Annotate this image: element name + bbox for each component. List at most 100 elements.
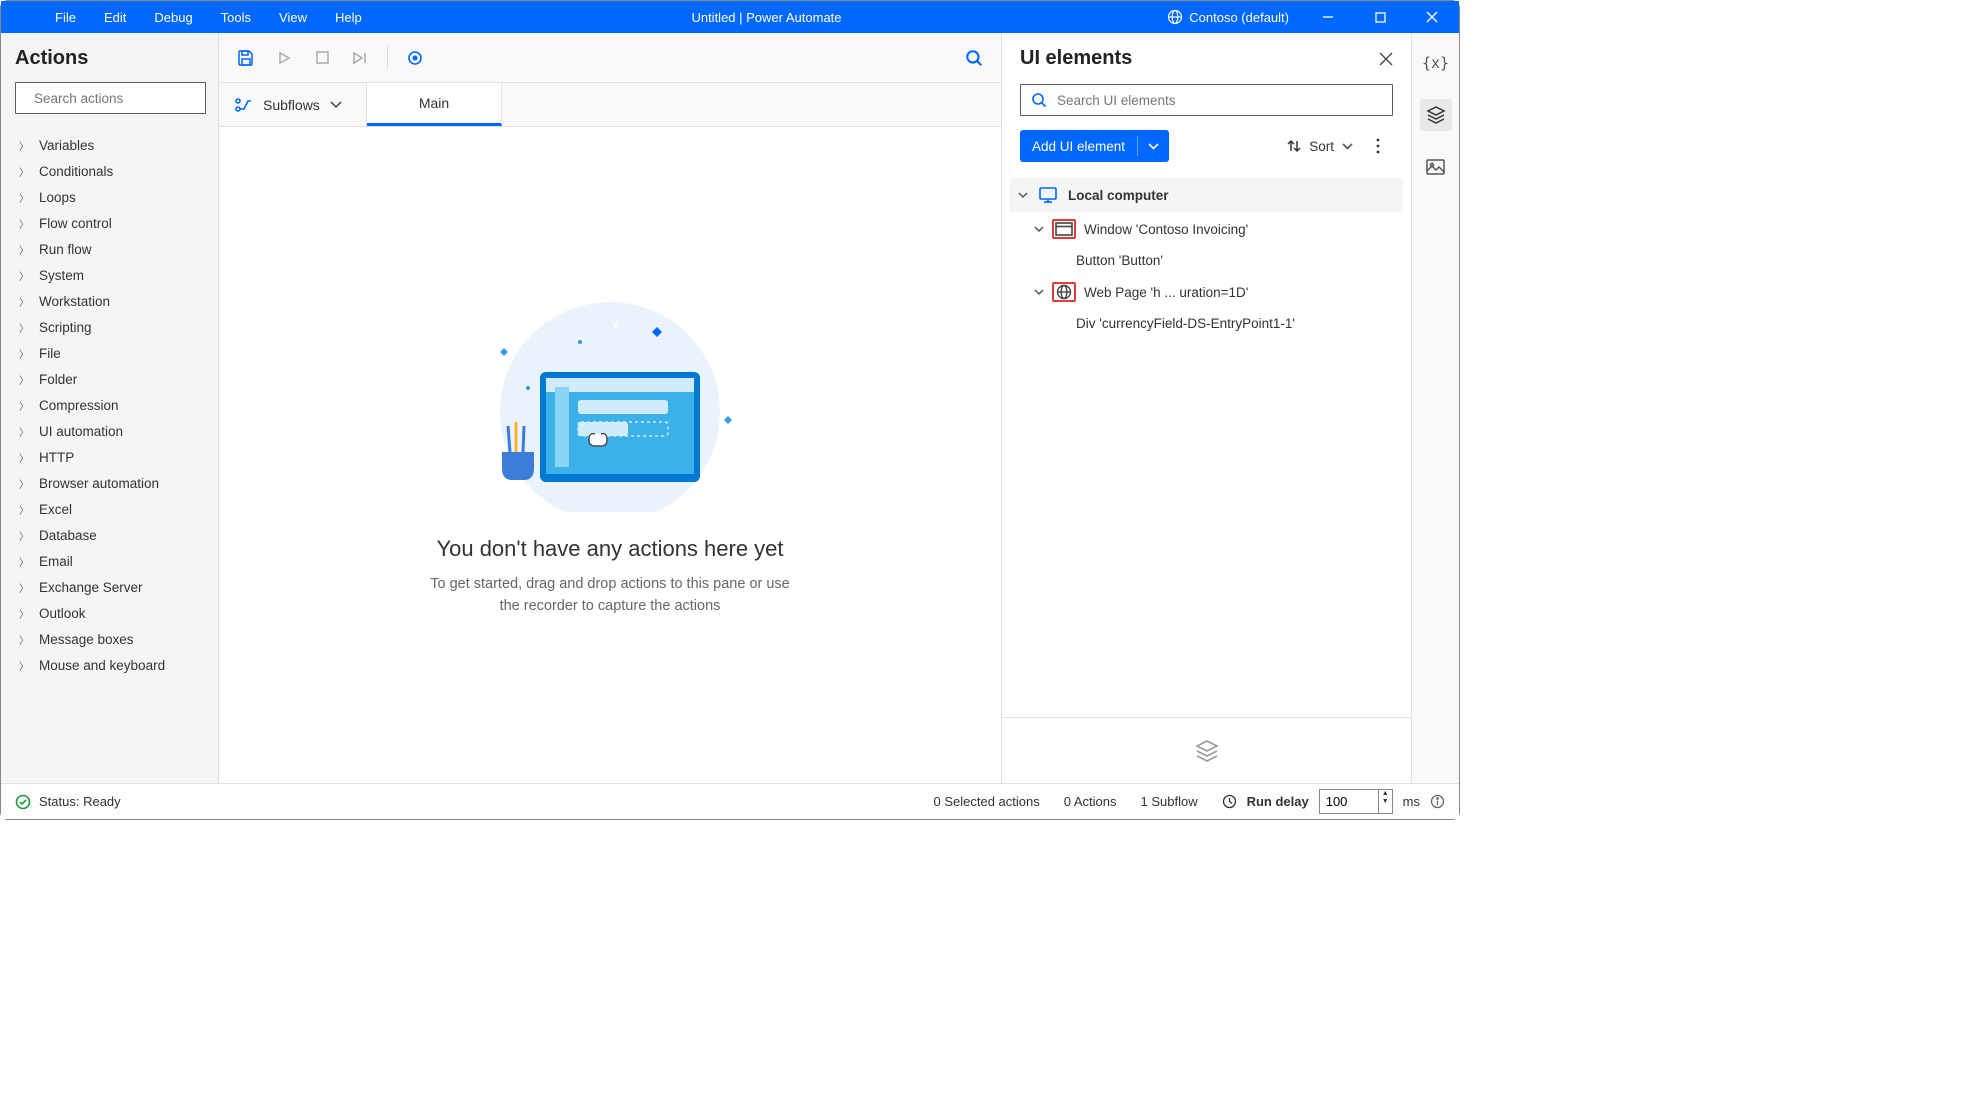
recorder-button[interactable] [398,41,432,75]
chevron-right-icon: 〉 [19,528,29,543]
maximize-button[interactable] [1357,1,1403,33]
info-icon[interactable] [1430,794,1445,809]
action-category-label: File [39,346,61,361]
action-category[interactable]: 〉Mouse and keyboard [15,652,206,678]
add-ui-element-label: Add UI element [1020,139,1137,154]
action-category-label: Message boxes [39,632,134,647]
menu-help[interactable]: Help [321,3,376,32]
subflows-label: Subflows [263,97,320,113]
tree-root-local-computer[interactable]: Local computer [1010,178,1403,212]
action-category[interactable]: 〉Browser automation [15,470,206,496]
action-category[interactable]: 〉Conditionals [15,158,206,184]
add-ui-element-button[interactable]: Add UI element [1020,130,1169,162]
status-ok-icon [15,794,31,810]
action-category-label: Excel [39,502,72,517]
chevron-right-icon: 〉 [19,216,29,231]
menu-tools[interactable]: Tools [207,3,265,32]
close-button[interactable] [1409,1,1455,33]
window-icon [1055,222,1073,236]
action-category[interactable]: 〉HTTP [15,444,206,470]
run-delay-label: Run delay [1247,794,1309,809]
flow-canvas[interactable]: You don't have any actions here yet To g… [219,127,1001,783]
tree-leaf-div[interactable]: Div 'currencyField-DS-EntryPoint1-1' [1010,309,1403,338]
search-flow-button[interactable] [957,41,991,75]
stop-button[interactable] [305,41,339,75]
sort-label: Sort [1309,139,1334,154]
close-panel-button[interactable] [1379,52,1393,66]
action-category[interactable]: 〉Loops [15,184,206,210]
menu-debug[interactable]: Debug [140,3,206,32]
action-category-label: Scripting [39,320,92,335]
run-delay-input[interactable] [1319,789,1379,814]
minimize-button[interactable] [1305,1,1351,33]
action-category[interactable]: 〉System [15,262,206,288]
search-ui-elements-field[interactable] [1057,93,1382,108]
empty-subtext: To get started, drag and drop actions to… [420,574,800,618]
add-ui-element-dropdown[interactable] [1138,143,1169,150]
empty-canvas-illustration [460,292,760,512]
tree-node-window[interactable]: Window 'Contoso Invoicing' [1010,212,1403,246]
menu-view[interactable]: View [265,3,321,32]
ui-elements-footer [1002,717,1411,783]
designer-area: Subflows Main [219,33,1001,783]
action-category[interactable]: 〉 Flow control [15,210,206,236]
action-category-label: Loops [39,190,76,205]
action-category[interactable]: 〉Run flow [15,236,206,262]
action-category[interactable]: 〉Workstation [15,288,206,314]
action-category[interactable]: 〉 Message boxes [15,626,206,652]
ui-elements-tree: Local computer Window 'Contoso Invoicing… [1002,178,1411,717]
action-category[interactable]: 〉 Database [15,522,206,548]
chevron-right-icon: 〉 [19,372,29,387]
search-actions-field[interactable] [34,91,211,106]
actions-panel: Actions 〉Variables〉Conditionals〉Loops〉Fl… [1,33,219,783]
chevron-right-icon: 〉 [19,606,29,621]
right-tool-strip: {x} [1411,33,1459,783]
run-button[interactable] [267,41,301,75]
menu-edit[interactable]: Edit [90,3,140,32]
tree-node-webpage[interactable]: Web Page 'h ... uration=1D' [1010,275,1403,309]
action-category-label: Variables [39,138,94,153]
action-category-label: Database [39,528,97,543]
chevron-right-icon: 〉 [19,242,29,257]
ui-elements-panel: UI elements Add UI element Sort [1001,33,1411,783]
images-pane-button[interactable] [1420,151,1452,183]
action-category-label: Browser automation [39,476,159,491]
action-category-label: Exchange Server [39,580,143,595]
tab-main[interactable]: Main [367,83,502,126]
layers-icon [1426,105,1446,125]
action-category-label: Flow control [39,216,112,231]
chevron-down-icon [1034,289,1044,296]
action-category[interactable]: 〉Variables [15,132,206,158]
subflows-dropdown[interactable]: Subflows [219,83,367,126]
save-button[interactable] [229,41,263,75]
action-category[interactable]: 〉Outlook [15,600,206,626]
run-next-button[interactable] [343,41,377,75]
actions-panel-title: Actions [15,47,206,70]
chevron-right-icon: 〉 [19,632,29,647]
run-delay-spinner[interactable]: ▲▼ [1379,789,1393,814]
more-options-button[interactable] [1363,138,1393,154]
tree-leaf-button[interactable]: Button 'Button' [1010,246,1403,275]
ui-elements-pane-button[interactable] [1420,99,1452,131]
chevron-right-icon: 〉 [19,346,29,361]
action-category[interactable]: 〉Email [15,548,206,574]
globe-icon [1056,284,1072,300]
action-category[interactable]: 〉Compression [15,392,206,418]
action-category[interactable]: 〉Folder [15,366,206,392]
titlebar: File Edit Debug Tools View Help Untitled… [1,1,1459,33]
action-category[interactable]: 〉 File [15,340,206,366]
menu-file[interactable]: File [41,3,90,32]
tree-node-window-label: Window 'Contoso Invoicing' [1084,222,1248,237]
selected-actions-count: 0 Selected actions [934,794,1040,809]
more-vertical-icon [1376,138,1380,154]
action-category[interactable]: 〉Excel [15,496,206,522]
sort-button[interactable]: Sort [1281,139,1359,154]
action-category[interactable]: 〉Scripting [15,314,206,340]
action-category[interactable]: 〉UI automation [15,418,206,444]
search-actions-input[interactable] [15,82,206,114]
ui-elements-title: UI elements [1020,47,1132,70]
search-ui-elements-input[interactable] [1020,84,1393,116]
action-category[interactable]: 〉Exchange Server [15,574,206,600]
environment-selector[interactable]: Contoso (default) [1157,9,1299,25]
variables-pane-button[interactable]: {x} [1420,47,1452,79]
